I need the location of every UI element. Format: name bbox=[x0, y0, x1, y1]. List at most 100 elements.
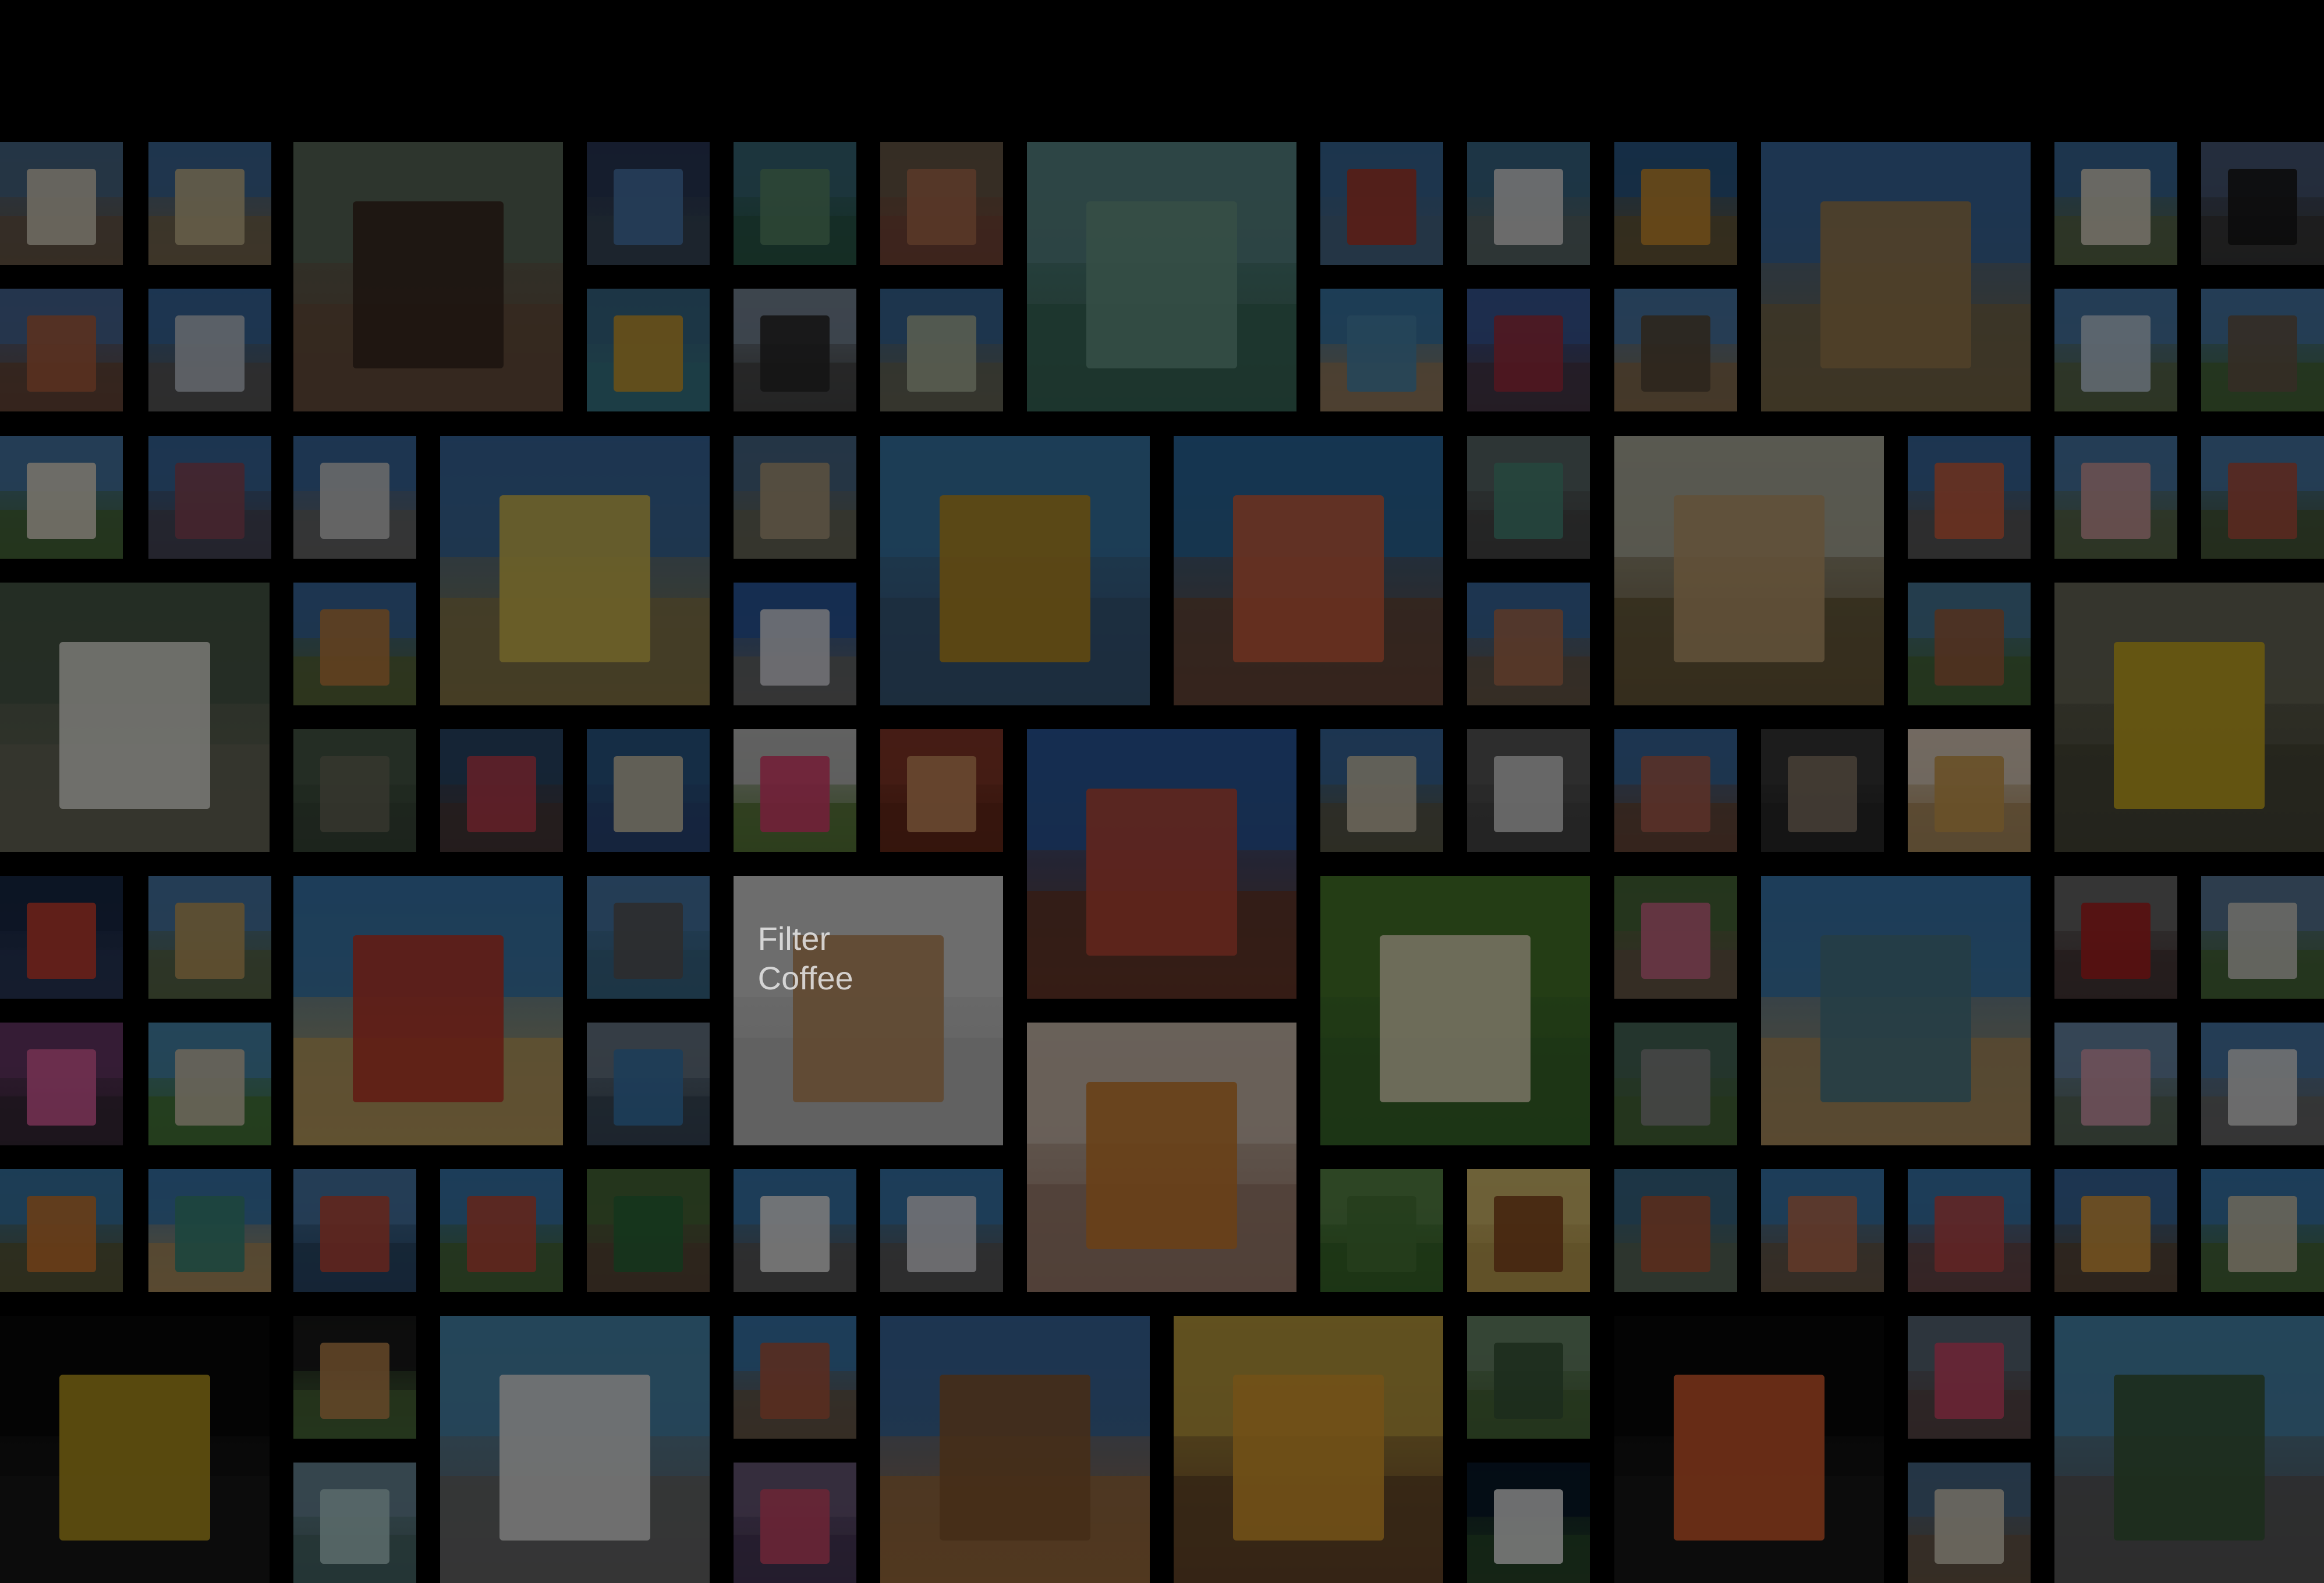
photo-shopping-mall[interactable] bbox=[148, 436, 271, 559]
photo-metro-station[interactable] bbox=[587, 1023, 710, 1145]
photo-sculpture-rays[interactable] bbox=[1614, 142, 1737, 265]
photo-tower-sunset[interactable] bbox=[2201, 142, 2324, 265]
photo-coastline[interactable] bbox=[148, 1169, 271, 1292]
photo-lighthouse[interactable] bbox=[1908, 436, 2031, 559]
photo-flyover[interactable] bbox=[148, 142, 271, 265]
photo-stone-fort[interactable] bbox=[2201, 289, 2324, 411]
photo-fishing-boats[interactable] bbox=[587, 289, 710, 411]
photo-lake-view[interactable] bbox=[1027, 142, 1296, 411]
photo-park-entrance[interactable] bbox=[1467, 1316, 1590, 1439]
photo-pavilion[interactable] bbox=[1614, 1169, 1737, 1292]
photo-red-building[interactable] bbox=[0, 289, 123, 411]
photo-minarets[interactable] bbox=[1320, 729, 1443, 852]
photo-highway-junction[interactable] bbox=[1614, 1023, 1737, 1145]
photo-bharatanatyam-dancer[interactable] bbox=[1027, 1023, 1296, 1292]
photo-white-building-trees[interactable] bbox=[2201, 876, 2324, 999]
photo-beach-wide[interactable] bbox=[1320, 289, 1443, 411]
photo-crocodile[interactable] bbox=[293, 729, 416, 852]
photo-shore-temple[interactable] bbox=[1761, 142, 2031, 411]
photo-cathedral-spire[interactable] bbox=[440, 1316, 710, 1583]
photo-mehendi-hands[interactable] bbox=[880, 729, 1003, 852]
photo-mosque-domes[interactable] bbox=[1614, 436, 1884, 705]
photo-lake-campus[interactable] bbox=[734, 142, 856, 265]
photo-group-men[interactable] bbox=[0, 583, 270, 852]
photo-stadium[interactable] bbox=[293, 436, 416, 559]
photo-gopuram-carved[interactable] bbox=[1761, 1169, 1884, 1292]
photo-pink-mansion[interactable] bbox=[2054, 1023, 2177, 1145]
photo-temple-towers[interactable] bbox=[2201, 1023, 2324, 1145]
photo-stadium-night[interactable] bbox=[1467, 1463, 1590, 1583]
photo-old-mansion[interactable] bbox=[2054, 289, 2177, 411]
photo-mandala-art[interactable] bbox=[293, 1463, 416, 1583]
photo-veena[interactable] bbox=[1467, 1169, 1590, 1292]
photo-steam-roller[interactable] bbox=[293, 142, 563, 411]
photo-pelican[interactable] bbox=[587, 729, 710, 852]
photo-dim-overlay bbox=[2201, 436, 2324, 559]
photo-beach-road[interactable] bbox=[2054, 1316, 2324, 1583]
photo-heritage-house[interactable] bbox=[734, 436, 856, 559]
photo-pagoda[interactable] bbox=[1320, 142, 1443, 265]
photo-street-market[interactable] bbox=[880, 142, 1003, 265]
photo-shop-front[interactable] bbox=[440, 729, 563, 852]
photo-terracotta-palace[interactable] bbox=[734, 1316, 856, 1439]
photo-suburban-train[interactable] bbox=[1467, 436, 1590, 559]
photo-filter-coffee[interactable]: Filter Coffee bbox=[734, 876, 1003, 1145]
photo-brick-college[interactable] bbox=[1908, 583, 2031, 705]
photo-ice-house[interactable] bbox=[0, 142, 123, 265]
photo-cargo-ship[interactable] bbox=[293, 1169, 416, 1292]
photo-red-house[interactable] bbox=[440, 1169, 563, 1292]
photo-mansion-blue[interactable] bbox=[880, 1169, 1003, 1292]
photo-temple-festival[interactable] bbox=[0, 1023, 123, 1145]
photo-labour-statue[interactable] bbox=[734, 289, 856, 411]
photo-bridge-river[interactable] bbox=[587, 876, 710, 999]
photo-orange-building[interactable] bbox=[293, 583, 416, 705]
photo-railway-station[interactable] bbox=[1467, 583, 1590, 705]
photo-white-tiger[interactable] bbox=[1467, 729, 1590, 852]
photo-forest-trees[interactable] bbox=[1320, 1169, 1443, 1292]
photo-spotted-deer[interactable] bbox=[293, 1316, 416, 1439]
photo-government-building[interactable] bbox=[2054, 142, 2177, 265]
photo-yellow-church[interactable] bbox=[440, 436, 710, 705]
photo-dim-overlay bbox=[1320, 1169, 1443, 1292]
photo-south-indian-meal[interactable] bbox=[1320, 876, 1590, 1145]
photo-fruit-stall[interactable] bbox=[1174, 1316, 1443, 1583]
photo-family-group[interactable] bbox=[1908, 1316, 2031, 1439]
photo-white-palace[interactable] bbox=[0, 436, 123, 559]
photo-sculpture-sunrays[interactable] bbox=[2054, 1169, 2177, 1292]
photo-beach-mandapam[interactable] bbox=[293, 876, 563, 1145]
photo-clock-tower[interactable] bbox=[1027, 729, 1296, 999]
photo-war-memorial[interactable] bbox=[2201, 1169, 2324, 1292]
photo-white-bridge[interactable] bbox=[734, 1169, 856, 1292]
photo-dim-overlay bbox=[2201, 876, 2324, 999]
photo-banyan-grove[interactable] bbox=[587, 1169, 710, 1292]
photo-elephant-sign[interactable] bbox=[1467, 289, 1590, 411]
photo-gallery-interior[interactable] bbox=[734, 1463, 856, 1583]
photo-auto-rickshaws[interactable] bbox=[2054, 583, 2324, 852]
photo-temple-gopuram[interactable] bbox=[1174, 436, 1443, 705]
photo-pink-building[interactable] bbox=[2054, 436, 2177, 559]
photo-amusement-park[interactable] bbox=[734, 729, 856, 852]
photo-red-train-carriage[interactable] bbox=[2054, 876, 2177, 999]
photo-metro-train[interactable] bbox=[587, 142, 710, 265]
photo-classical-dancer[interactable] bbox=[1614, 1316, 1884, 1583]
photo-memorial-column[interactable] bbox=[148, 1023, 271, 1145]
photo-ice-house[interactable] bbox=[1908, 1463, 2031, 1583]
photo-colonial-arches[interactable] bbox=[1614, 729, 1737, 852]
photo-temple-pond[interactable] bbox=[148, 876, 271, 999]
photo-reptile[interactable] bbox=[1761, 729, 1884, 852]
photo-village-dancers[interactable] bbox=[1614, 876, 1737, 999]
photo-gopuram-painted[interactable] bbox=[1908, 1169, 2031, 1292]
photo-gopuram-orange[interactable] bbox=[0, 1169, 123, 1292]
photo-night-tower[interactable] bbox=[0, 876, 123, 999]
photo-white-arch-bridge[interactable] bbox=[1467, 142, 1590, 265]
photo-hospital-building[interactable] bbox=[148, 289, 271, 411]
photo-red-palace[interactable] bbox=[2201, 436, 2324, 559]
photo-arch-gateway[interactable] bbox=[880, 289, 1003, 411]
photo-marina-beach[interactable] bbox=[1761, 876, 2031, 1145]
photo-chariot-memorial[interactable] bbox=[880, 436, 1150, 705]
photo-butterball-rock[interactable] bbox=[880, 1316, 1150, 1583]
photo-catamaran[interactable] bbox=[1614, 289, 1737, 411]
photo-spice-bowl[interactable] bbox=[0, 1316, 270, 1583]
photo-white-cathedral[interactable] bbox=[734, 583, 856, 705]
photo-street-snack[interactable] bbox=[1908, 729, 2031, 852]
